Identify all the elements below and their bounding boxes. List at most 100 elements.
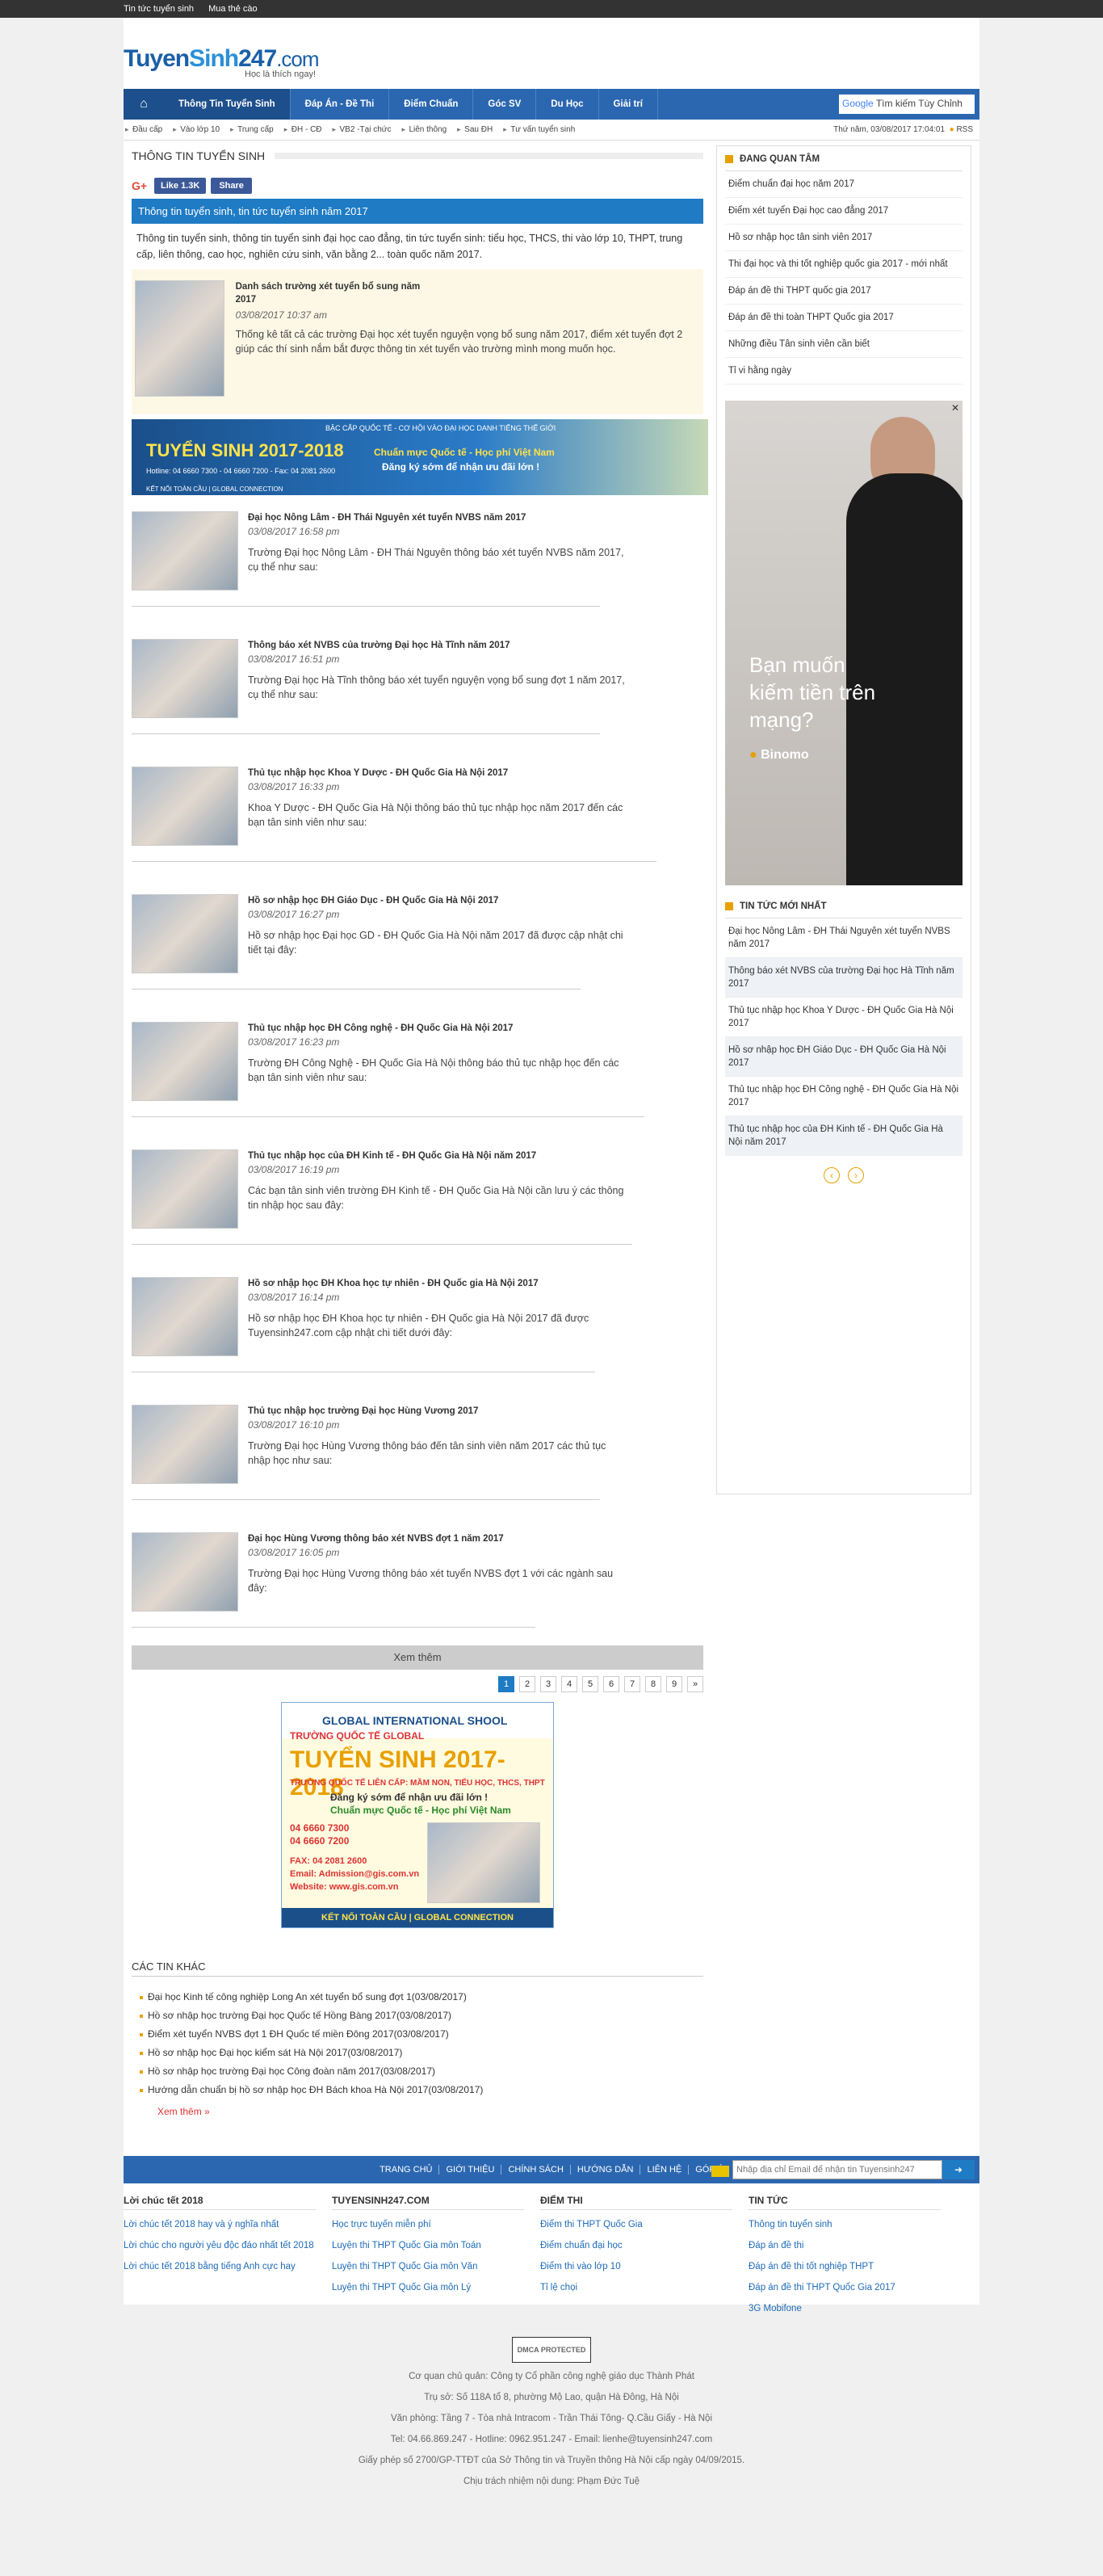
news-title[interactable]: Đại học Hùng Vương thông báo xét NVBS đợ… (248, 1534, 627, 1544)
facebook-like-button[interactable]: Like 1.3K (154, 178, 207, 194)
hot-topic-item[interactable]: Tỉ vi hằng ngày (725, 358, 963, 385)
newsletter-submit-arrow-icon[interactable]: ➜ (942, 2160, 975, 2179)
footer-link[interactable]: Đáp án đề thi tốt nghiệp THPT (749, 2260, 941, 2273)
footer-link[interactable]: Lời chúc tết 2018 hay và ý nghĩa nhất (124, 2218, 316, 2231)
news-title[interactable]: Hồ sơ nhập học ĐH Giáo Dục - ĐH Quốc Gia… (248, 896, 627, 906)
news-image[interactable] (132, 1532, 238, 1612)
subnav-item[interactable]: ĐH - CĐ (283, 125, 331, 134)
footer-link[interactable]: Lời chúc cho người yêu độc đáo nhất tết … (124, 2239, 316, 2252)
footer-link[interactable]: Đáp án đề thi THPT Quốc Gia 2017 (749, 2281, 941, 2294)
subnav-item[interactable]: Sau ĐH (455, 125, 501, 134)
sidebar-ad-binomo[interactable]: Bạn muốn kiếm tiền trên mạng? ● Binomo ✕ (725, 401, 963, 885)
news-image[interactable] (132, 894, 238, 973)
latest-news-item[interactable]: Đại học Nông Lâm - ĐH Thái Nguyên xét tu… (725, 918, 963, 958)
latest-news-item[interactable]: Thủ tục nhập học của ĐH Kinh tế - ĐH Quố… (725, 1116, 963, 1156)
footer-link[interactable]: 3G Mobifone (749, 2302, 941, 2315)
news-title[interactable]: Đại học Nông Lâm - ĐH Thái Nguyên xét tu… (248, 513, 627, 523)
news-item[interactable]: Đại học Hùng Vương thông báo xét NVBS đợ… (132, 1516, 703, 1644)
search-input[interactable]: Google Tìm kiếm Tùy Chỉnh (839, 95, 975, 114)
hot-topic-item[interactable]: Điểm chuẩn đại học năm 2017 (725, 171, 963, 198)
subnav-item[interactable]: VB2 -Tại chức (331, 125, 401, 134)
news-title[interactable]: Hồ sơ nhập học ĐH Khoa học tự nhiên - ĐH… (248, 1279, 627, 1288)
google-plus-button[interactable]: G+ (132, 179, 149, 192)
page-9[interactable]: 9 (666, 1676, 682, 1692)
footer-link[interactable]: Điểm thi vào lớp 10 (540, 2260, 732, 2273)
page-2[interactable]: 2 (519, 1676, 535, 1692)
news-image[interactable] (132, 1277, 238, 1356)
news-item[interactable]: Thủ tục nhập học của ĐH Kinh tế - ĐH Quố… (132, 1133, 703, 1261)
other-news-item[interactable]: Hướng dẫn chuẩn bị hồ sơ nhập học ĐH Bác… (140, 2081, 703, 2099)
footer-link[interactable]: Tỉ lệ chọi (540, 2281, 732, 2294)
news-item[interactable]: Thông báo xét NVBS của trường Đại học Hà… (132, 623, 703, 750)
ad-banner-global-school[interactable]: BẬC CẤP QUỐC TẾ - CƠ HỘI VÀO ĐẠI HỌC DAN… (132, 419, 708, 495)
latest-news-item[interactable]: Hồ sơ nhập học ĐH Giáo Dục - ĐH Quốc Gia… (725, 1037, 963, 1077)
other-news-item[interactable]: Hồ sơ nhập học trường Đại học Công đoàn … (140, 2062, 703, 2081)
other-news-more-link[interactable]: Xem thêm » (157, 2106, 703, 2117)
footer-link[interactable]: Lời chúc tết 2018 bằng tiếng Anh cực hay (124, 2260, 316, 2273)
ad-global-school-box[interactable]: GLOBAL INTERNATIONAL SHOOL TRƯỜNG QUỐC T… (281, 1702, 554, 1928)
footer-link-about[interactable]: GIỚI THIỆU (439, 2165, 502, 2175)
nav-giai-tri[interactable]: Giải trí (599, 89, 658, 120)
news-image[interactable] (132, 1149, 238, 1229)
news-item[interactable]: Thủ tục nhập học trường Đại học Hùng Vươ… (132, 1389, 703, 1516)
subnav-item[interactable]: Đầu cấp (124, 125, 171, 134)
subnav-item[interactable]: Tư vấn tuyển sinh (501, 125, 584, 134)
other-news-item[interactable]: Hồ sơ nhập học Đại học kiểm sát Hà Nội 2… (140, 2044, 703, 2062)
newsletter-email-input[interactable] (732, 2160, 942, 2179)
hot-topic-item[interactable]: Đáp án đề thi toàn THPT Quốc gia 2017 (725, 305, 963, 331)
news-image[interactable] (132, 639, 238, 718)
news-title[interactable]: Thủ tục nhập học Khoa Y Dược - ĐH Quốc G… (248, 768, 627, 778)
nav-diem-chuan[interactable]: Điểm Chuẩn (389, 89, 474, 120)
hot-topic-item[interactable]: Hồ sơ nhập học tân sinh viên 2017 (725, 225, 963, 251)
hot-topic-item[interactable]: Đáp án đề thi THPT quốc gia 2017 (725, 278, 963, 305)
news-item[interactable]: Hồ sơ nhập học ĐH Giáo Dục - ĐH Quốc Gia… (132, 878, 703, 1006)
footer-link[interactable]: Điểm chuẩn đại học (540, 2239, 732, 2252)
footer-link[interactable]: Luyện thi THPT Quốc Gia môn Văn (332, 2260, 524, 2273)
news-image[interactable] (132, 1405, 238, 1484)
page-6[interactable]: 6 (603, 1676, 619, 1692)
nav-goc-sv[interactable]: Góc SV (473, 89, 537, 120)
load-more-button[interactable]: Xem thêm (132, 1645, 703, 1670)
footer-link[interactable]: Đáp án đề thi (749, 2239, 941, 2252)
hot-topic-item[interactable]: Những điều Tân sinh viên cần biết (725, 331, 963, 358)
news-title[interactable]: Thủ tục nhập học của ĐH Kinh tế - ĐH Quố… (248, 1151, 627, 1161)
topbar-link-tuyensinh[interactable]: Tin tức tuyển sinh (124, 0, 194, 18)
subnav-item[interactable]: Liên thông (400, 125, 455, 134)
footer-link[interactable]: Học trực tuyến miễn phí (332, 2218, 524, 2231)
nav-du-hoc[interactable]: Du Học (536, 89, 599, 120)
news-title[interactable]: Thủ tục nhập học trường Đại học Hùng Vươ… (248, 1406, 627, 1416)
hot-topic-item[interactable]: Điểm xét tuyển Đại học cao đẳng 2017 (725, 198, 963, 225)
news-image[interactable] (132, 511, 238, 590)
footer-link[interactable]: Luyện thi THPT Quốc Gia môn Toán (332, 2239, 524, 2252)
subnav-item[interactable]: Trung cấp (229, 125, 283, 134)
facebook-share-button[interactable]: Share (211, 178, 252, 194)
featured-article[interactable]: Danh sách trường xét tuyển bổ sung năm 2… (132, 269, 703, 414)
news-title[interactable]: Thủ tục nhập học ĐH Công nghệ - ĐH Quốc … (248, 1023, 627, 1033)
other-news-item[interactable]: Đại học Kinh tế công nghiệp Long An xét … (140, 1988, 703, 2007)
footer-link-home[interactable]: TRANG CHỦ (373, 2165, 440, 2175)
footer-link-policy[interactable]: CHÍNH SÁCH (501, 2165, 571, 2175)
nav-dap-an-de-thi[interactable]: Đáp Án - Đề Thi (291, 89, 390, 120)
latest-news-item[interactable]: Thông báo xét NVBS của trường Đại học Hà… (725, 958, 963, 998)
news-title[interactable]: Thông báo xét NVBS của trường Đại học Hà… (248, 641, 627, 650)
dmca-badge[interactable]: DMCA PROTECTED (511, 2337, 592, 2363)
news-item[interactable]: Thủ tục nhập học ĐH Công nghệ - ĐH Quốc … (132, 1006, 703, 1133)
rss-link[interactable]: ● RSS (950, 125, 973, 134)
news-image[interactable] (132, 1022, 238, 1101)
footer-link-guide[interactable]: HƯỚNG DẪN (571, 2165, 641, 2175)
news-image[interactable] (132, 767, 238, 846)
ad-close-icon[interactable]: ✕ (951, 402, 959, 414)
featured-title[interactable]: Danh sách trường xét tuyển bổ sung năm 2… (236, 280, 430, 306)
footer-link[interactable]: Luyện thi THPT Quốc Gia môn Lý (332, 2281, 524, 2294)
chevron-right-icon[interactable]: › (848, 1167, 864, 1183)
site-logo[interactable]: TuyenSinh247.com Học là thích ngay! (124, 45, 320, 79)
page-3[interactable]: 3 (540, 1676, 556, 1692)
chevron-left-icon[interactable]: ‹ (824, 1167, 840, 1183)
topbar-link-muathe[interactable]: Mua thẻ cào (208, 0, 258, 18)
other-news-item[interactable]: Điểm xét tuyển NVBS đợt 1 ĐH Quốc tế miề… (140, 2025, 703, 2044)
featured-image[interactable] (135, 280, 224, 397)
page-next[interactable]: » (687, 1676, 703, 1692)
news-item[interactable]: Đại học Nông Lâm - ĐH Thái Nguyên xét tu… (132, 495, 703, 623)
subnav-item[interactable]: Vào lớp 10 (171, 125, 229, 134)
footer-link[interactable]: Thông tin tuyển sinh (749, 2218, 941, 2231)
